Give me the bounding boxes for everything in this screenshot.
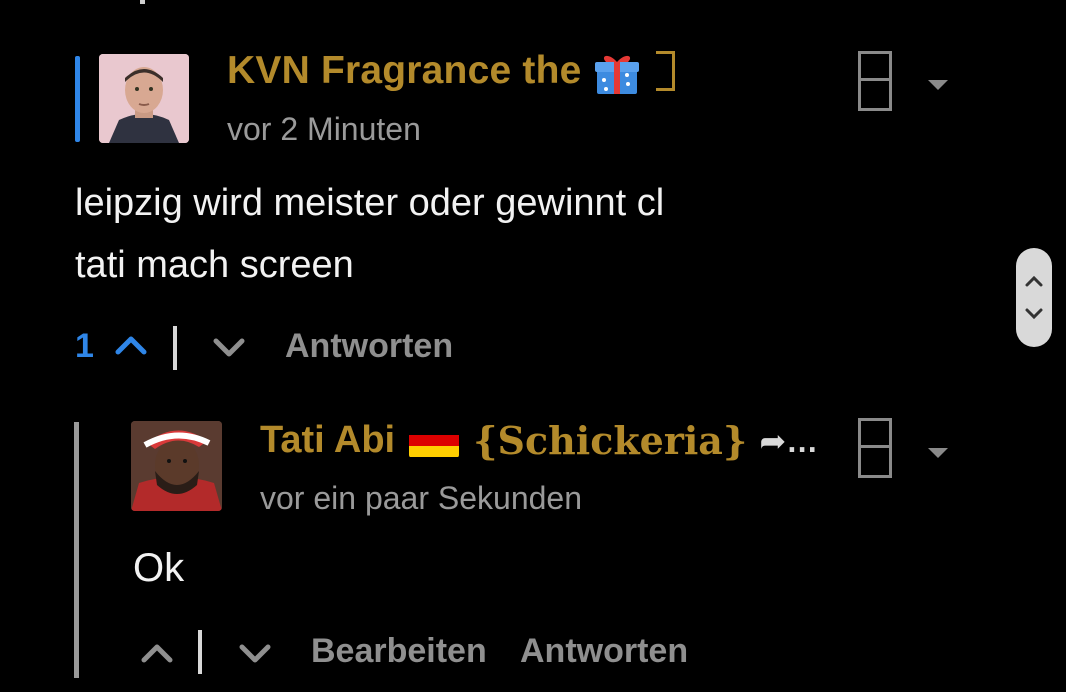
- avatar[interactable]: [131, 421, 222, 511]
- caret-down-icon[interactable]: [928, 448, 948, 458]
- chevron-up-icon[interactable]: [114, 332, 148, 363]
- author-overflow: ➦…: [759, 422, 819, 459]
- caret-down-icon[interactable]: [928, 80, 948, 90]
- avatar-image: [99, 54, 189, 143]
- gift-icon: [594, 50, 640, 96]
- reply-timestamp[interactable]: vor ein paar Sekunden: [260, 480, 582, 517]
- germany-flag-icon: [409, 423, 460, 458]
- author-name-text: Tati Abi: [260, 419, 396, 461]
- reply-button[interactable]: Antworten: [285, 327, 453, 366]
- reply-text: Ok: [133, 546, 185, 590]
- menu-box-icon[interactable]: [858, 51, 892, 111]
- chevron-down-icon[interactable]: [238, 640, 272, 671]
- edit-button[interactable]: Bearbeiten: [311, 632, 487, 671]
- vote-separator: [198, 630, 202, 674]
- scroll-up-down-icon[interactable]: [1016, 248, 1052, 347]
- chevron-up-icon[interactable]: [140, 640, 174, 671]
- author-tag: {Schickeria}: [473, 418, 748, 463]
- reply-thread-line: [74, 422, 79, 678]
- author-name-text: KVN Fragrance the: [227, 49, 582, 92]
- comment-text-line: leipzig wird meister oder gewinnt cl: [75, 182, 665, 224]
- missing-glyph-icon: [655, 51, 675, 91]
- comment-highlight-bar: [75, 56, 80, 142]
- previous-content-edge: [140, 0, 145, 4]
- comment-timestamp[interactable]: vor 2 Minuten: [227, 111, 421, 148]
- comment-text-line: tati mach screen: [75, 244, 354, 286]
- menu-box-icon[interactable]: [858, 418, 892, 478]
- chevron-down-icon[interactable]: [212, 334, 246, 365]
- avatar[interactable]: [99, 54, 189, 143]
- vote-count: 1: [75, 327, 94, 365]
- reply-button[interactable]: Antworten: [520, 632, 688, 671]
- author-name[interactable]: KVN Fragrance the: [227, 48, 675, 94]
- author-name[interactable]: Tati Abi {Schickeria} ➦…: [260, 418, 818, 463]
- vote-separator: [173, 326, 177, 370]
- avatar-image: [131, 421, 222, 511]
